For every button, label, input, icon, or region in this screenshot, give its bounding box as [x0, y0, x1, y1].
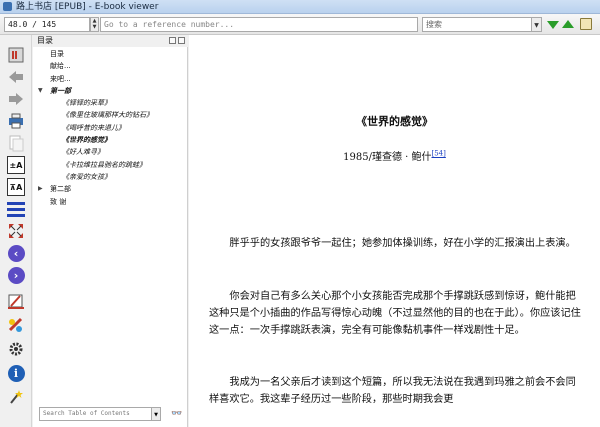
toc-item[interactable]: ▼ 第一部 [33, 85, 188, 97]
spin-down-icon[interactable]: ▼ [91, 24, 98, 30]
fullscreen-icon[interactable] [6, 221, 26, 241]
previous-page-icon[interactable]: ‹ [6, 243, 26, 263]
toc-item[interactable]: 《卡拉维拉县驰名的跳蛙》 [33, 159, 188, 171]
find-previous-icon[interactable] [562, 20, 574, 28]
ebook-viewer-window: 路上书店 [EPUB] - E-book viewer 48.0 / 145 ▲… [0, 0, 600, 427]
action-rail: ±A ⊼A ‹ › i [0, 35, 32, 427]
reader-pane[interactable]: 《世界的感觉》 1985/瑾查德 · 鲍什[54] 胖乎乎的女孩跟爷爷一起住；她… [189, 35, 600, 427]
toc-item-label: 《喝呼昔的来退儿》 [62, 123, 125, 132]
toc-header: 目录 [33, 35, 188, 47]
toc-item[interactable]: 《像里住玻璃那样大的钻石》 [33, 109, 188, 121]
toc-item-label: 《好人难寻》 [62, 148, 104, 157]
toc-item-label: 《铎铎的采草》 [62, 99, 111, 108]
toc-panel: 目录 目录献给... 来吧... ▼ 第一部《铎铎的采草》《像里住玻璃那样大的钻石》《… [33, 35, 188, 427]
byline: 1985/瑾查德 · 鲍什[54] [189, 148, 600, 163]
toc-search-input[interactable]: Search Table of Contents [39, 407, 152, 421]
toc-float-icon[interactable] [169, 37, 176, 44]
expanded-arrow-icon[interactable]: ▼ [38, 85, 43, 97]
toolbar: 48.0 / 145 ▲ ▼ Go to a reference number.… [0, 14, 600, 35]
toc-item[interactable]: 《好人难寻》 [33, 146, 188, 158]
forward-arrow-icon[interactable] [6, 89, 26, 109]
toc-item[interactable]: 来吧... [33, 73, 188, 85]
toc-item[interactable]: 目录 [33, 48, 188, 60]
bookmark-icon[interactable] [6, 291, 26, 311]
metadata-info-icon[interactable]: i [6, 363, 26, 383]
toc-title: 目录 [37, 36, 53, 45]
toc-item[interactable]: 《铎铎的采草》 [33, 97, 188, 109]
toc-item-label: 致 谢 [50, 197, 67, 206]
toc-item-label: 第二部 [50, 185, 71, 194]
toc-item[interactable]: 《亲爱的女孩》 [33, 171, 188, 183]
page-spinner[interactable]: ▲ ▼ [90, 17, 99, 32]
toc-item-label: 《卡拉维拉县驰名的跳蛙》 [62, 160, 146, 169]
toc-item-label: 《世界的感觉》 [62, 136, 111, 145]
font-larger-icon[interactable]: ±A [6, 155, 26, 175]
search-input[interactable]: 搜索 [422, 17, 532, 32]
toc-item-label: 《像里住玻璃那样大的钻石》 [62, 111, 153, 120]
toc-item[interactable]: 献给... [33, 60, 188, 72]
paragraph: 胖乎乎的女孩跟爷爷一起住；她参加体操训练，好在小学的汇报演出上表演。 [229, 238, 576, 249]
page-number-field[interactable]: 48.0 / 145 [4, 17, 90, 32]
toc-tree: 目录献给... 来吧... ▼ 第一部《铎铎的采草》《像里住玻璃那样大的钻石》 《喝呼昔… [33, 48, 188, 208]
toc-item[interactable]: 《世界的感觉》 [33, 134, 188, 146]
book-logo-icon[interactable] [6, 45, 26, 65]
toc-item[interactable]: 《喝呼昔的来退儿》 [33, 122, 188, 134]
search-dropdown-icon[interactable]: ▼ [532, 17, 542, 32]
title-bar: 路上书店 [EPUB] - E-book viewer [0, 0, 600, 14]
toc-close-icon[interactable] [178, 37, 185, 44]
reference-input[interactable]: Go to a reference number... [100, 17, 418, 32]
reference-mode-icon[interactable] [6, 315, 26, 335]
font-smaller-icon[interactable]: ⊼A [6, 177, 26, 197]
print-icon[interactable] [6, 111, 26, 131]
toc-item-label: 来吧... [50, 74, 71, 83]
toc-item[interactable]: ▶ 第二部 [33, 183, 188, 195]
toc-item-label: 《亲爱的女孩》 [62, 172, 111, 181]
toc-lines-icon[interactable] [6, 199, 26, 219]
preferences-icon[interactable] [6, 339, 26, 359]
next-page-icon[interactable]: › [6, 265, 26, 285]
help-wand-icon[interactable] [6, 387, 26, 407]
chapter-title: 《世界的感觉》 [356, 115, 433, 128]
byline-text: 1985/瑾查德 · 鲍什 [343, 152, 432, 163]
back-arrow-icon[interactable] [6, 67, 26, 87]
find-next-icon[interactable] [547, 21, 559, 29]
app-icon [3, 2, 12, 11]
toc-item[interactable]: 致 谢 [33, 196, 188, 208]
bookmark-book-icon[interactable] [580, 18, 592, 30]
copy-icon[interactable] [6, 133, 26, 153]
toc-item-label: 第一部 [50, 86, 71, 95]
paragraph: 你会对自己有多么关心那个小女孩能否完成那个手撑跳跃感到惊讶，鲍什能把这种只是个小… [209, 291, 581, 336]
collapsed-arrow-icon[interactable]: ▶ [38, 183, 43, 195]
window-title: 路上书店 [EPUB] - E-book viewer [16, 2, 159, 12]
toc-search-dropdown-icon[interactable]: ▼ [152, 407, 161, 421]
toc-item-label: 献给... [50, 62, 71, 71]
footnote-link[interactable]: [54] [431, 150, 445, 158]
binoculars-icon[interactable]: 👓 [170, 408, 184, 420]
paragraph: 我成为一名父亲后才读到这个短篇，所以我无法说在我遇到玛雅之前会不会同样喜欢它。我… [209, 377, 576, 405]
toc-item-label: 目录 [50, 50, 64, 58]
